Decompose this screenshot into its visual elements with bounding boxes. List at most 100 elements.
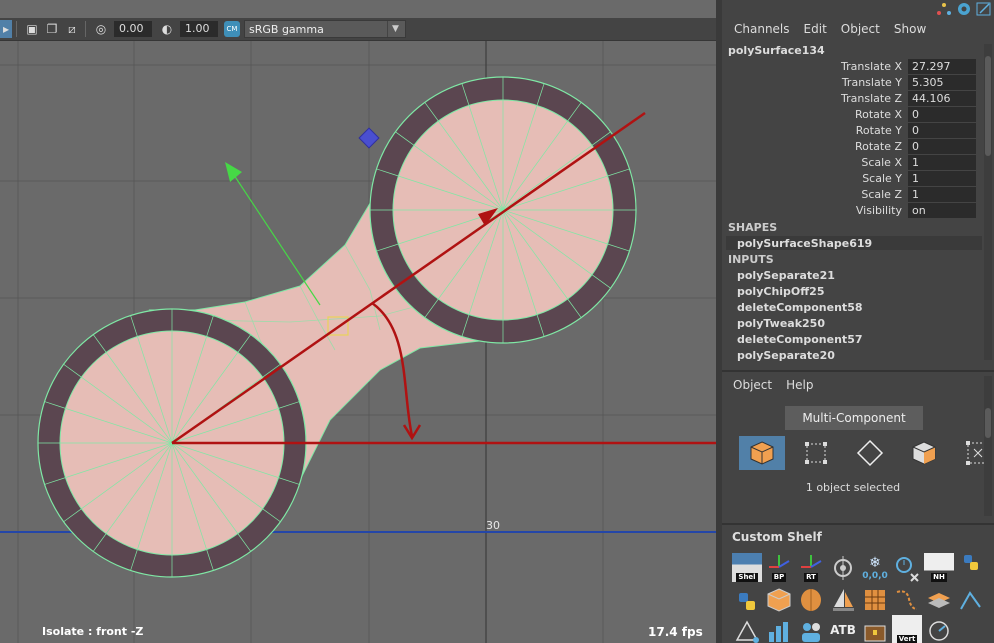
scrollbar-thumb[interactable] (985, 408, 991, 438)
channel-value[interactable]: 1 (908, 154, 976, 170)
input-node[interactable]: polySeparate20 (737, 349, 835, 362)
channel-value[interactable]: 1 (908, 170, 976, 186)
toolkit-scrollbar[interactable] (984, 376, 992, 516)
input-node[interactable]: polyTweak250 (737, 317, 825, 330)
exposure-icon[interactable]: ◎ (92, 20, 110, 38)
shape-node[interactable]: polySurfaceShape619 (737, 237, 872, 250)
channel-label[interactable]: Visibility (722, 204, 908, 217)
layers-icon[interactable] (924, 584, 954, 613)
clock-icon[interactable] (892, 553, 922, 582)
channel-row[interactable]: Rotate Z0 (722, 138, 982, 154)
colorspace-dropdown[interactable]: sRGB gamma ▼ (244, 20, 406, 38)
channel-value[interactable]: 5.305 (908, 74, 976, 90)
chest-icon[interactable] (860, 615, 890, 643)
edge-mode-button[interactable] (847, 436, 893, 470)
scene-graph-icon[interactable] (936, 2, 952, 16)
nh-icon[interactable]: NH (924, 553, 954, 582)
channel-value[interactable]: 0 (908, 106, 976, 122)
vertex-mode-button[interactable] (793, 436, 839, 470)
exposure-field[interactable]: 0.00 (114, 21, 152, 37)
shelf-caption: 0,0,0 (862, 570, 888, 581)
bars-icon[interactable] (764, 615, 794, 643)
snowflake-icon[interactable]: ❄ 0,0,0 (860, 553, 890, 582)
channel-value[interactable]: 27.297 (908, 58, 976, 74)
shelf-caption: Shel (736, 573, 758, 582)
channel-value[interactable]: 1 (908, 186, 976, 202)
channel-label[interactable]: Translate X (722, 60, 908, 73)
viewport-scene[interactable]: 30 (0, 41, 716, 643)
channel-label[interactable]: Scale X (722, 156, 908, 169)
sail-icon[interactable] (828, 584, 858, 613)
edit-icon[interactable] (976, 2, 992, 16)
layers-icon[interactable]: ▣ (23, 20, 41, 38)
resize-icon[interactable]: ⧄ (63, 20, 81, 38)
scrollbar-thumb[interactable] (985, 56, 991, 156)
vertex-icon (805, 442, 827, 464)
input-node[interactable]: deleteComponent57 (737, 333, 863, 346)
select-icon[interactable]: ▸ (0, 20, 12, 38)
channel-box-menu: Channels Edit Object Show (722, 22, 926, 40)
people-icon[interactable] (796, 615, 826, 643)
face-mode-button[interactable] (901, 436, 947, 470)
bp-icon[interactable]: BP (764, 553, 794, 582)
channel-label[interactable]: Rotate X (722, 108, 908, 121)
menu-object[interactable]: Object (841, 22, 880, 40)
channel-value[interactable]: 0 (908, 122, 976, 138)
script-icon[interactable] (956, 584, 986, 613)
channel-label[interactable]: Scale Z (722, 188, 908, 201)
colorspace-value: sRGB gamma (249, 22, 324, 36)
input-node[interactable]: polySeparate21 (737, 269, 835, 282)
rt-icon[interactable]: RT (796, 553, 826, 582)
selection-mode-bar (739, 436, 994, 470)
copy-icon[interactable]: ❐ (43, 20, 61, 38)
help-icon[interactable] (956, 2, 972, 16)
menu-object[interactable]: Object (733, 378, 772, 392)
multi-component-button[interactable]: Multi-Component (785, 406, 923, 430)
input-node[interactable]: deleteComponent58 (737, 301, 863, 314)
channel-label[interactable]: Translate Z (722, 92, 908, 105)
shelf-caption: Vert (896, 635, 918, 643)
python2-icon[interactable] (732, 584, 762, 613)
channel-label[interactable]: Scale Y (722, 172, 908, 185)
channel-box-scrollbar[interactable] (984, 44, 992, 360)
triangle-icon[interactable] (732, 615, 762, 643)
input-node[interactable]: polyChipOff25 (737, 285, 825, 298)
channel-row[interactable]: Rotate Y0 (722, 122, 982, 138)
gamma-icon[interactable]: ◐ (158, 20, 176, 38)
shelf-icon[interactable]: Shel (732, 553, 762, 582)
channel-value[interactable]: 0 (908, 138, 976, 154)
gamma-field[interactable]: 1.00 (180, 21, 218, 37)
pivot-handle[interactable] (358, 127, 380, 149)
eye-icon[interactable]: Vert (892, 615, 922, 643)
menu-help[interactable]: Help (786, 378, 813, 392)
color-management-toggle[interactable]: CM (224, 21, 240, 37)
grid-icon[interactable] (860, 584, 890, 613)
channel-row[interactable]: Scale X1 (722, 154, 982, 170)
cube-icon[interactable] (764, 584, 794, 613)
viewport-toolbar: ▸ ▣ ❐ ⧄ ◎ 0.00 ◐ 1.00 CM sRGB gamma ▼ (0, 18, 716, 41)
channel-row[interactable]: Translate X 27.297 (722, 58, 982, 74)
channel-row[interactable]: Visibility on (722, 202, 982, 218)
dial-icon[interactable] (924, 615, 954, 643)
target-icon[interactable] (828, 553, 858, 582)
channel-row[interactable]: Scale Y1 (722, 170, 982, 186)
menu-show[interactable]: Show (894, 22, 926, 40)
menu-channels[interactable]: Channels (734, 22, 790, 40)
shell-icon[interactable] (796, 584, 826, 613)
channel-label[interactable]: Rotate Z (722, 140, 908, 153)
menu-edit[interactable]: Edit (804, 22, 827, 40)
atb-icon[interactable]: ATB (828, 615, 858, 643)
channel-value[interactable]: on (908, 202, 976, 218)
channel-value[interactable]: 44.106 (908, 90, 976, 106)
curve-icon[interactable] (892, 584, 922, 613)
channel-row[interactable]: Translate Y 5.305 (722, 74, 982, 90)
channel-row[interactable]: Scale Z1 (722, 186, 982, 202)
channel-row[interactable]: Rotate X0 (722, 106, 982, 122)
object-name[interactable]: polySurface134 (728, 44, 825, 57)
viewport-panel[interactable]: 30 ▸ ▣ ❐ ⧄ ◎ 0.00 ◐ 1.00 CM sRGB gamma ▼… (0, 0, 716, 643)
channel-row[interactable]: Translate Z 44.106 (722, 90, 982, 106)
python-icon[interactable] (956, 553, 986, 582)
object-mode-button[interactable] (739, 436, 785, 470)
channel-label[interactable]: Translate Y (722, 76, 908, 89)
channel-label[interactable]: Rotate Y (722, 124, 908, 137)
